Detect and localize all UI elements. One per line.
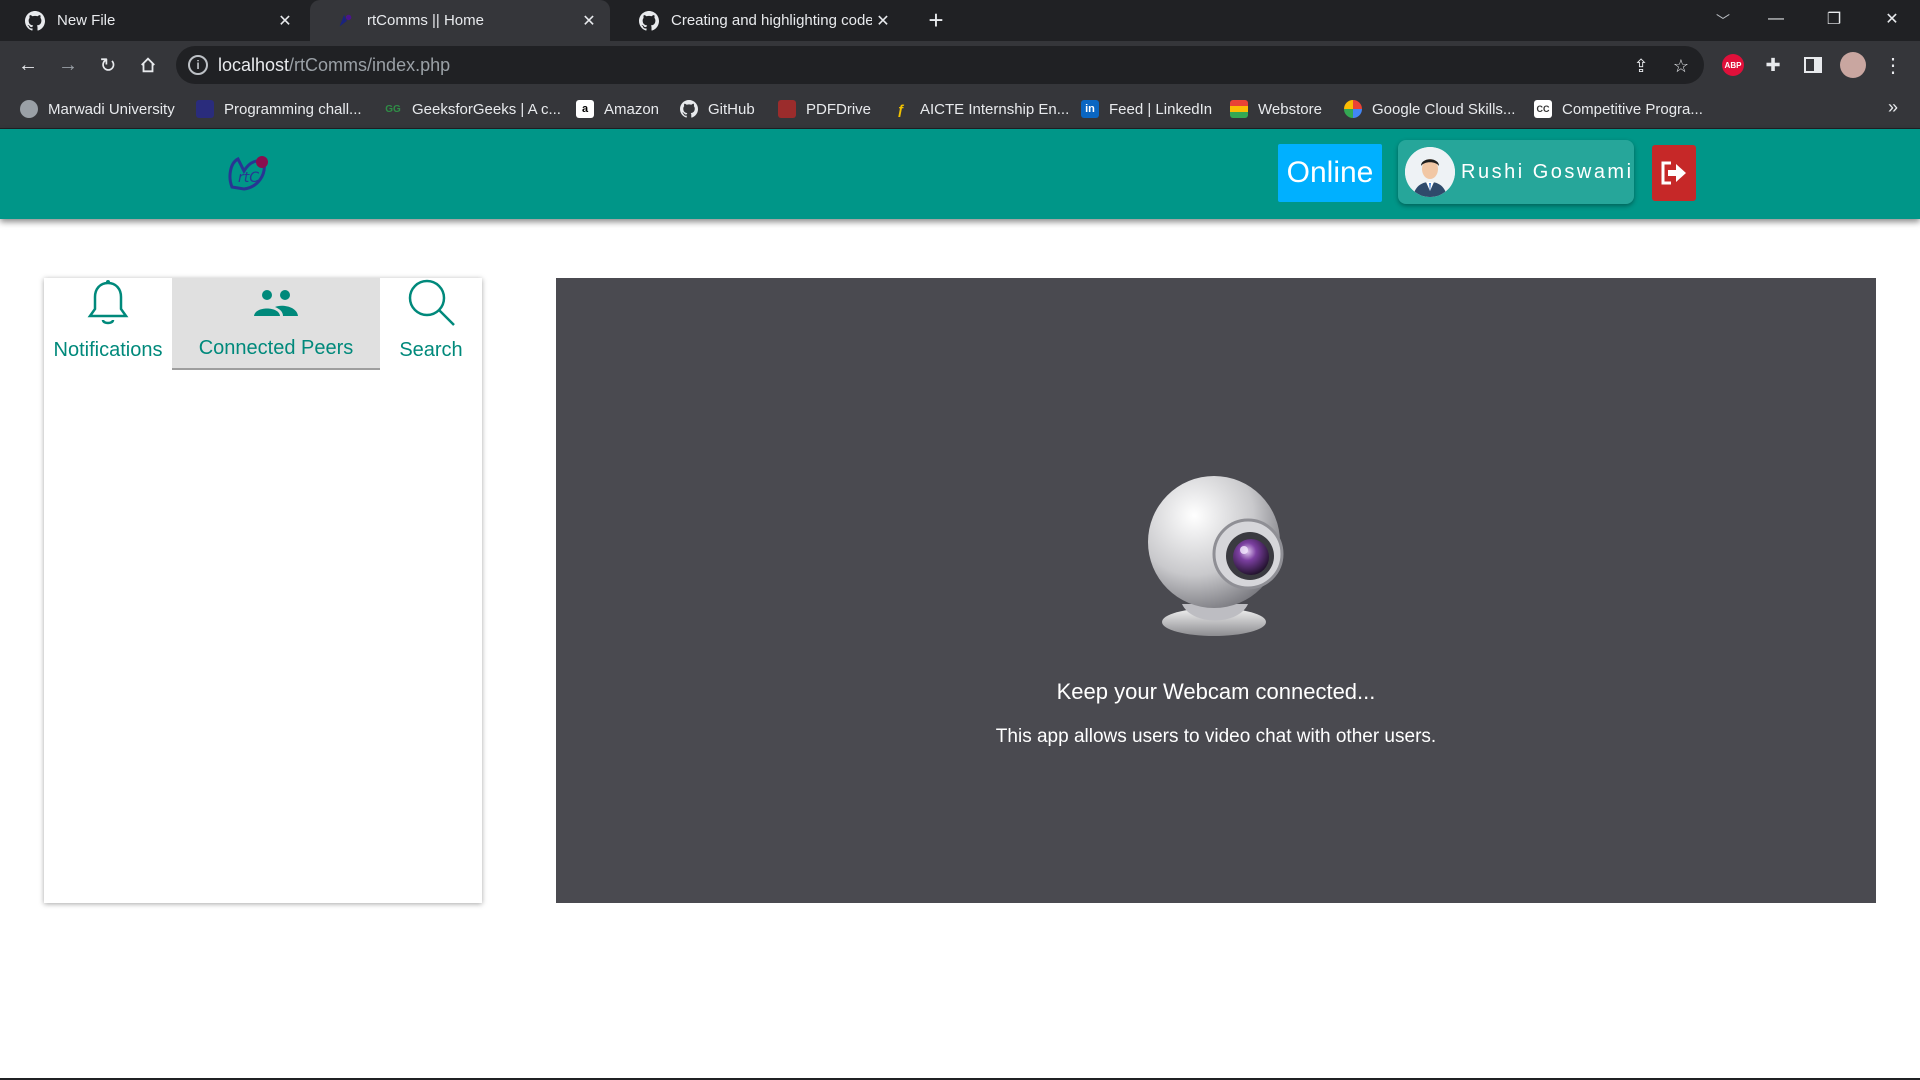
user-name: Rushi Goswami xyxy=(1461,160,1634,183)
bookmarks-overflow-button[interactable]: » xyxy=(1888,97,1898,118)
svg-text:rtC: rtC xyxy=(238,170,259,186)
bookmark-geeksforgeeks[interactable]: GG GeeksforGeeks | A c... xyxy=(384,89,561,129)
close-window-button[interactable]: ✕ xyxy=(1864,0,1920,38)
adblock-plus-icon[interactable]: ABP xyxy=(1720,52,1746,78)
webstore-icon xyxy=(1230,100,1248,118)
tab-title: rtComms || Home xyxy=(367,12,484,29)
pdfdrive-icon xyxy=(778,100,796,118)
browser-toolbar: ← → ↻ i localhost/rtComms/index.php ⇪ ☆ … xyxy=(0,41,1920,89)
webcam-headline: Keep your Webcam connected... xyxy=(1056,679,1376,704)
bookmark-linkedin-feed[interactable]: in Feed | LinkedIn xyxy=(1081,89,1212,129)
bookmark-pdfdrive[interactable]: PDFDrive xyxy=(778,89,871,129)
github-icon xyxy=(680,100,698,118)
bookmark-webstore[interactable]: Webstore xyxy=(1230,89,1322,129)
hackerrank-icon xyxy=(196,100,214,118)
tab-search-chevron-icon[interactable]: ﹀ xyxy=(1710,8,1736,34)
share-icon[interactable]: ⇪ xyxy=(1630,55,1652,77)
site-info-icon[interactable]: i xyxy=(188,55,208,75)
tab-label: Connected Peers xyxy=(198,337,354,359)
online-status-button[interactable]: Online xyxy=(1278,144,1382,202)
tab-title: New File xyxy=(57,12,116,29)
linkedin-icon: in xyxy=(1081,100,1099,118)
user-avatar xyxy=(1405,147,1455,197)
browser-tab-new-file[interactable]: New File ✕ xyxy=(0,0,306,41)
google-cloud-icon xyxy=(1344,100,1362,118)
app-header: rtC Online Rushi Goswami xyxy=(0,129,1920,219)
close-tab-icon[interactable]: ✕ xyxy=(872,10,894,32)
new-tab-button[interactable]: + xyxy=(922,7,950,35)
search-icon xyxy=(406,277,456,333)
bell-icon xyxy=(86,279,130,333)
bookmarks-bar: Marwadi University Programming chall... … xyxy=(0,89,1920,129)
people-icon xyxy=(253,289,299,323)
reload-icon[interactable]: ↻ xyxy=(92,49,124,81)
webcam-icon xyxy=(1142,464,1292,644)
bookmark-amazon[interactable]: a Amazon xyxy=(576,89,659,129)
tab-notifications[interactable]: Notifications xyxy=(44,278,172,370)
profile-avatar-icon[interactable] xyxy=(1840,52,1866,78)
rtcomms-favicon xyxy=(335,11,355,31)
restore-window-button[interactable]: ❐ xyxy=(1806,0,1862,38)
browser-tab-rtcomms-home[interactable]: rtComms || Home ✕ xyxy=(310,0,610,41)
bookmark-github[interactable]: GitHub xyxy=(680,89,755,129)
globe-icon xyxy=(20,100,38,118)
github-icon xyxy=(25,10,45,31)
browser-tab-strip: New File ✕ rtComms || Home ✕ Creating an… xyxy=(0,0,1920,41)
tab-label: Search xyxy=(399,339,463,361)
address-bar[interactable]: i localhost/rtComms/index.php ⇪ ☆ xyxy=(176,46,1704,84)
side-panel-icon[interactable] xyxy=(1800,52,1826,78)
tab-connected-peers[interactable]: Connected Peers xyxy=(172,278,380,370)
home-icon[interactable] xyxy=(132,49,164,81)
address-url: localhost/rtComms/index.php xyxy=(218,55,451,75)
minimize-window-button[interactable]: — xyxy=(1748,0,1804,38)
close-tab-icon[interactable]: ✕ xyxy=(578,10,600,32)
cc-icon: CC xyxy=(1534,100,1552,118)
bookmark-google-cloud-skills[interactable]: Google Cloud Skills... xyxy=(1344,89,1515,129)
side-panel: Notifications Connected Peers Search xyxy=(44,278,482,903)
extensions-puzzle-icon[interactable]: ✚ xyxy=(1760,52,1786,78)
tab-label: Notifications xyxy=(53,339,163,361)
gfg-icon: GG xyxy=(385,103,401,115)
user-profile-button[interactable]: Rushi Goswami xyxy=(1398,140,1634,204)
logout-button[interactable] xyxy=(1652,145,1696,201)
github-icon xyxy=(639,10,659,31)
close-tab-icon[interactable]: ✕ xyxy=(274,10,296,32)
logout-icon xyxy=(1661,161,1686,185)
browser-tab-github-gist[interactable]: Creating and highlighting code b ✕ xyxy=(614,0,904,41)
video-area: Keep your Webcam connected... This app a… xyxy=(556,278,1876,903)
bookmark-competitive-programming[interactable]: CC Competitive Progra... xyxy=(1534,89,1703,129)
bookmark-programming-challenges[interactable]: Programming chall... xyxy=(196,89,362,129)
forward-arrow-icon[interactable]: → xyxy=(52,49,84,81)
rtcomms-logo[interactable]: rtC xyxy=(224,149,272,197)
bookmark-star-icon[interactable]: ☆ xyxy=(1670,55,1692,77)
amazon-icon: a xyxy=(576,100,594,118)
bookmark-aicte-internship[interactable]: ƒ AICTE Internship En... xyxy=(892,89,1069,129)
tab-search[interactable]: Search xyxy=(380,278,482,370)
browser-menu-icon[interactable]: ⋮ xyxy=(1880,52,1906,78)
back-arrow-icon[interactable]: ← xyxy=(12,49,44,81)
tab-title: Creating and highlighting code b xyxy=(671,12,872,29)
aicte-icon: ƒ xyxy=(897,101,905,117)
webcam-subtext: This app allows users to video chat with… xyxy=(995,726,1437,747)
bookmark-marwadi-university[interactable]: Marwadi University xyxy=(20,89,175,129)
